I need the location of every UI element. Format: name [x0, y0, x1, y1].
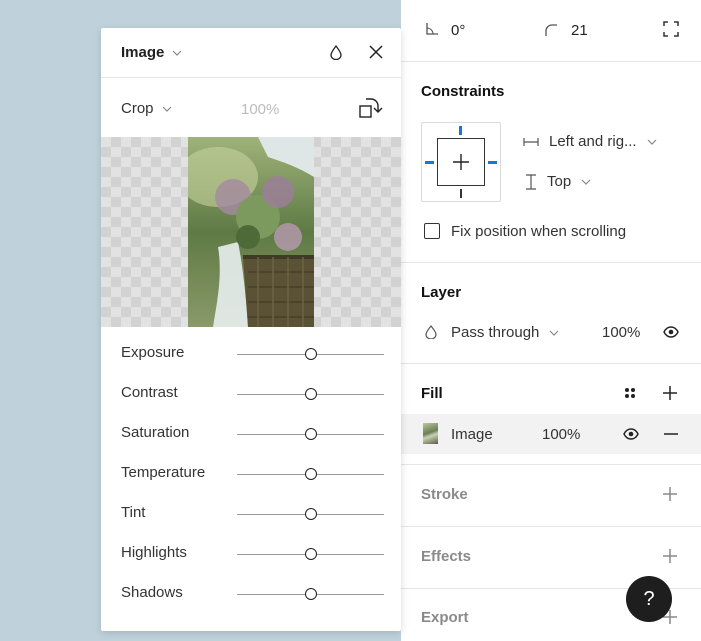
- adjustment-row-temperature: Temperature: [101, 454, 401, 494]
- eye-icon[interactable]: [623, 428, 639, 440]
- constraint-widget[interactable]: [421, 122, 501, 202]
- zoom-value: 100%: [241, 101, 280, 118]
- adjustment-row-highlights: Highlights: [101, 534, 401, 574]
- slider-thumb[interactable]: [304, 388, 317, 400]
- vertical-constraint-label: Top: [547, 173, 572, 190]
- add-fill-icon[interactable]: [663, 386, 677, 400]
- properties-panel: 0° 21 Constraints Left and rig... Top Fi…: [401, 0, 701, 641]
- divider: [401, 464, 701, 465]
- divider: [401, 61, 701, 62]
- chevron-down-icon: [647, 139, 657, 145]
- effects-title: Effects: [421, 548, 472, 565]
- rotate-icon[interactable]: [357, 96, 385, 120]
- slider-thumb[interactable]: [304, 428, 317, 440]
- add-stroke-icon[interactable]: [663, 487, 677, 501]
- slider-thumb[interactable]: [304, 548, 317, 560]
- adjustment-label: Shadows: [121, 584, 183, 601]
- blend-mode-label: Pass through: [451, 324, 540, 341]
- horizontal-constraint-icon: [523, 137, 539, 147]
- layer-title: Layer: [421, 284, 462, 301]
- adjustment-label: Temperature: [121, 464, 206, 481]
- transform-row: 0° 21: [401, 0, 701, 61]
- divider: [401, 262, 701, 263]
- crop-mode-select[interactable]: Crop: [121, 100, 154, 117]
- slider-thumb[interactable]: [304, 508, 317, 520]
- stroke-title: Stroke: [421, 486, 468, 503]
- constraint-left-handle[interactable]: [425, 161, 434, 164]
- corner-radius-input[interactable]: 21: [571, 22, 588, 39]
- image-preview[interactable]: [101, 137, 401, 327]
- horizontal-constraint-select[interactable]: Left and rig...: [523, 133, 657, 150]
- constraint-bottom-handle[interactable]: [460, 189, 462, 198]
- layer-opacity-input[interactable]: 100%: [602, 324, 640, 341]
- image-panel-title[interactable]: Image: [121, 44, 164, 61]
- adjustment-label: Exposure: [121, 344, 185, 361]
- adjustment-row-exposure: Exposure: [101, 334, 401, 374]
- vertical-constraint-select[interactable]: Top: [525, 173, 591, 190]
- independent-corners-icon[interactable]: [663, 21, 679, 37]
- fill-item[interactable]: Image 100%: [401, 414, 701, 454]
- adjustment-row-shadows: Shadows: [101, 574, 401, 614]
- adjustment-label: Saturation: [121, 424, 190, 441]
- corner-radius-icon: [544, 23, 558, 37]
- constraint-right-handle[interactable]: [488, 161, 497, 164]
- fill-image-thumbnail[interactable]: [423, 423, 438, 444]
- fill-opacity-input[interactable]: 100%: [542, 426, 580, 443]
- photo: [188, 137, 314, 327]
- constraint-frame: [437, 138, 485, 186]
- blend-mode-icon: [425, 325, 437, 339]
- export-title: Export: [421, 609, 469, 626]
- chevron-down-icon[interactable]: [162, 106, 172, 112]
- fill-title: Fill: [421, 385, 443, 402]
- slider-thumb[interactable]: [304, 588, 317, 600]
- adjustment-row-saturation: Saturation: [101, 414, 401, 454]
- chevron-down-icon: [581, 179, 591, 185]
- adjustment-label: Contrast: [121, 384, 178, 401]
- drop-icon[interactable]: [330, 45, 342, 60]
- fix-position-checkbox[interactable]: [424, 223, 440, 239]
- adjustment-label: Highlights: [121, 544, 187, 561]
- help-button[interactable]: ?: [626, 576, 672, 622]
- slider-thumb[interactable]: [304, 468, 317, 480]
- vertical-constraint-icon: [525, 173, 537, 190]
- add-effect-icon[interactable]: [663, 549, 677, 563]
- rotation-input[interactable]: 0°: [451, 22, 465, 39]
- constraints-title: Constraints: [421, 83, 505, 100]
- chevron-down-icon: [549, 330, 559, 336]
- image-panel-header: Image: [101, 28, 401, 78]
- angle-icon: [425, 22, 439, 36]
- styles-grid-icon[interactable]: [624, 387, 636, 399]
- eye-icon[interactable]: [663, 326, 679, 338]
- constraint-top-handle[interactable]: [459, 126, 462, 135]
- slider-thumb[interactable]: [304, 348, 317, 360]
- divider: [401, 363, 701, 364]
- close-icon[interactable]: [369, 45, 383, 59]
- horizontal-constraint-label: Left and rig...: [549, 133, 637, 150]
- fix-position-label: Fix position when scrolling: [451, 223, 627, 240]
- blend-mode-select[interactable]: Pass through: [451, 324, 559, 341]
- adjustment-row-tint: Tint: [101, 494, 401, 534]
- remove-fill-icon[interactable]: [664, 433, 678, 435]
- adjustment-label: Tint: [121, 504, 146, 521]
- divider: [401, 526, 701, 527]
- constraint-center-icon[interactable]: [452, 153, 470, 171]
- image-settings-panel: Image Crop 100% Exposure Contrast Satura…: [101, 28, 401, 631]
- chevron-down-icon[interactable]: [172, 50, 182, 56]
- adjustment-row-contrast: Contrast: [101, 374, 401, 414]
- fill-type-label: Image: [451, 426, 493, 443]
